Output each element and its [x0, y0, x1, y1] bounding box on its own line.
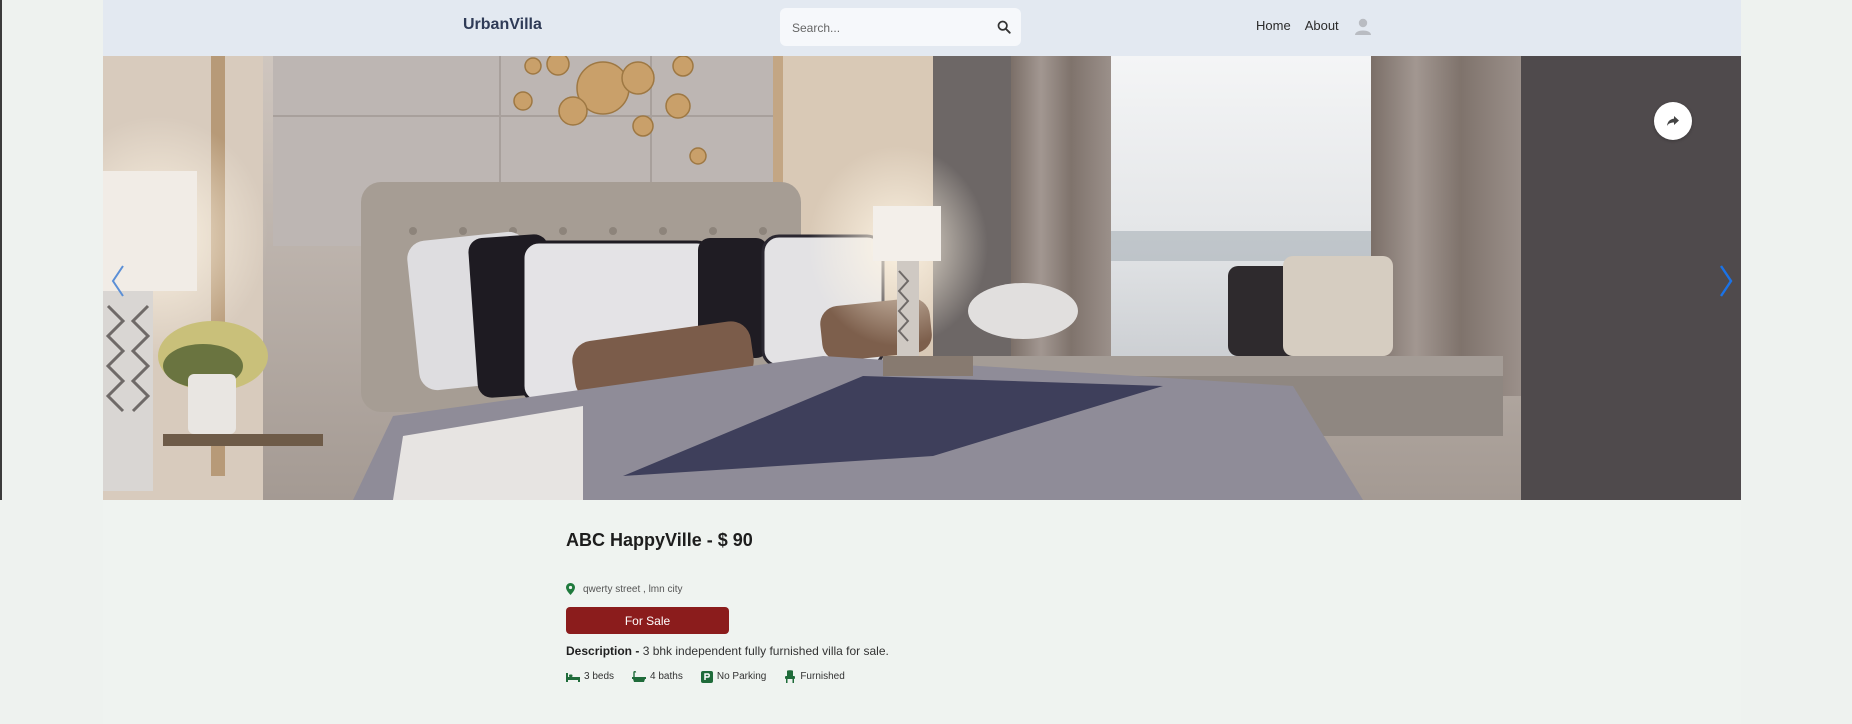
map-pin-icon	[566, 583, 575, 595]
chevron-right-icon	[1720, 265, 1733, 297]
carousel-next-button[interactable]	[1711, 256, 1741, 306]
listing-description: Description - 3 bhk independent fully fu…	[566, 644, 1166, 658]
parking-icon	[700, 670, 713, 683]
description-label: Description -	[566, 644, 643, 658]
amenity-label: Furnished	[800, 671, 845, 682]
carousel-prev-button[interactable]	[103, 256, 133, 306]
search-input[interactable]	[790, 17, 984, 39]
description-text: 3 bhk independent fully furnished villa …	[642, 644, 889, 658]
amenity-label: No Parking	[716, 671, 767, 682]
brand-prefix: Urban	[463, 16, 510, 33]
amenity-furnished: Furnished	[784, 670, 845, 683]
nav-link-home[interactable]: Home	[1256, 18, 1291, 33]
chevron-left-icon	[111, 265, 124, 297]
share-button[interactable]	[1654, 102, 1692, 140]
amenity-beds: 3 beds	[566, 670, 614, 683]
amenity-label: 4 baths	[650, 671, 683, 682]
brand-logo[interactable]: UrbanVilla	[463, 16, 542, 34]
status-badge: For Sale	[566, 607, 729, 634]
chair-icon	[785, 670, 796, 683]
location-text: qwerty street , lmn city	[583, 583, 683, 595]
amenity-baths: 4 baths	[632, 670, 683, 683]
nav-links: Home About	[1256, 18, 1339, 33]
search-icon[interactable]	[997, 20, 1011, 34]
amenity-label: 3 beds	[584, 671, 615, 682]
listing-name: ABC HappyVille	[566, 530, 702, 550]
amenity-parking: No Parking	[700, 670, 767, 683]
bed-icon	[566, 672, 580, 682]
image-carousel	[103, 56, 1741, 500]
bedroom-photo	[103, 56, 1741, 500]
navbar: UrbanVilla Home About	[103, 0, 1741, 56]
listing-location: qwerty street , lmn city	[566, 583, 1166, 595]
window-edge	[0, 0, 2, 500]
brand-suffix: Villa	[509, 16, 542, 33]
share-icon	[1667, 116, 1679, 126]
search-box	[780, 8, 1021, 46]
listing-title: ABC HappyVille - $ 90	[566, 530, 1166, 551]
amenities-list: 3 beds 4 baths No Parking Furnished	[566, 670, 1166, 683]
title-separator: -	[701, 530, 718, 550]
property-page: UrbanVilla Home About	[103, 0, 1741, 724]
bath-icon	[632, 670, 647, 682]
nav-link-about[interactable]: About	[1305, 18, 1339, 33]
listing-details: ABC HappyVille - $ 90 qwerty street , lm…	[566, 530, 1166, 683]
listing-price: $ 90	[717, 530, 753, 550]
user-avatar-icon[interactable]	[1353, 16, 1373, 36]
